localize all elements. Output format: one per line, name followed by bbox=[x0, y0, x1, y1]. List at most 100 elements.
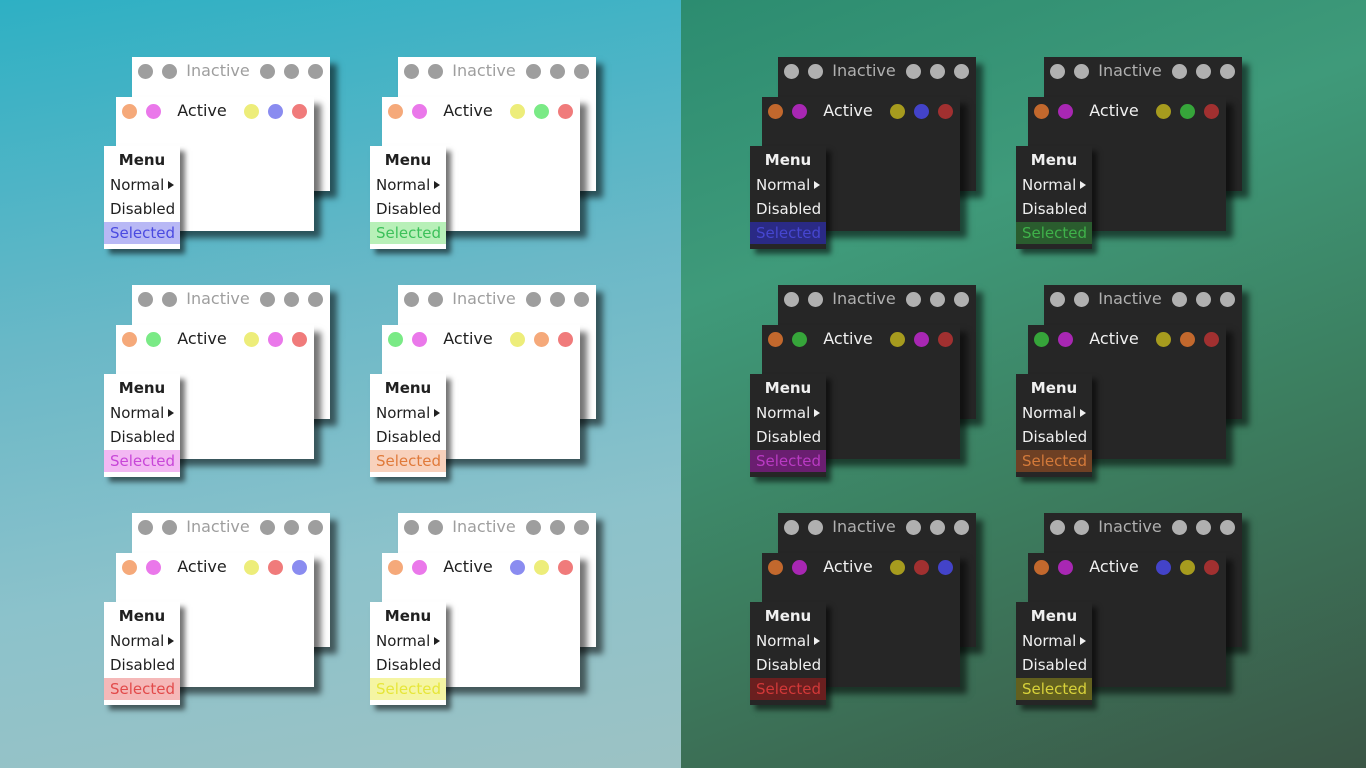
maximize-button-icon[interactable] bbox=[534, 104, 549, 119]
pin-button-icon[interactable] bbox=[146, 104, 161, 119]
window-button-icon[interactable] bbox=[906, 292, 921, 307]
window-button-icon[interactable] bbox=[1172, 292, 1187, 307]
window-button-icon[interactable] bbox=[260, 64, 275, 79]
minimize-button-icon[interactable] bbox=[890, 332, 905, 347]
window-button-icon[interactable] bbox=[574, 520, 589, 535]
menu-button-icon[interactable] bbox=[388, 332, 403, 347]
window-button-icon[interactable] bbox=[138, 520, 153, 535]
close-button-icon[interactable] bbox=[938, 104, 953, 119]
window-button-icon[interactable] bbox=[1172, 64, 1187, 79]
close-button-icon[interactable] bbox=[1204, 104, 1219, 119]
menu-item-selected[interactable]: Selected bbox=[104, 450, 180, 472]
minimize-button-icon[interactable] bbox=[890, 560, 905, 575]
window-button-icon[interactable] bbox=[428, 292, 443, 307]
close-button-icon[interactable] bbox=[558, 560, 573, 575]
close-button-icon[interactable] bbox=[292, 104, 307, 119]
window-button-icon[interactable] bbox=[284, 64, 299, 79]
maximize-button-icon[interactable] bbox=[268, 104, 283, 119]
window-button-icon[interactable] bbox=[404, 64, 419, 79]
maximize-button-icon[interactable] bbox=[1180, 332, 1195, 347]
menu-item-normal[interactable]: Normal bbox=[104, 630, 180, 652]
menu-item-normal[interactable]: Normal bbox=[750, 402, 826, 424]
minimize-button-icon[interactable] bbox=[1156, 332, 1171, 347]
window-button-icon[interactable] bbox=[1074, 520, 1089, 535]
window-button-icon[interactable] bbox=[954, 64, 969, 79]
menu-item-normal[interactable]: Normal bbox=[370, 402, 446, 424]
window-button-icon[interactable] bbox=[308, 64, 323, 79]
minimize-button-icon[interactable] bbox=[1156, 560, 1171, 575]
pin-button-icon[interactable] bbox=[1058, 104, 1073, 119]
window-button-icon[interactable] bbox=[526, 292, 541, 307]
window-button-icon[interactable] bbox=[1050, 64, 1065, 79]
menu-item-normal[interactable]: Normal bbox=[104, 402, 180, 424]
window-button-icon[interactable] bbox=[162, 64, 177, 79]
close-button-icon[interactable] bbox=[292, 560, 307, 575]
menu-button-icon[interactable] bbox=[388, 104, 403, 119]
minimize-button-icon[interactable] bbox=[510, 104, 525, 119]
close-button-icon[interactable] bbox=[1204, 332, 1219, 347]
menu-item-selected[interactable]: Selected bbox=[104, 222, 180, 244]
pin-button-icon[interactable] bbox=[412, 332, 427, 347]
pin-button-icon[interactable] bbox=[792, 104, 807, 119]
menu-button-icon[interactable] bbox=[122, 560, 137, 575]
menu-item-normal[interactable]: Normal bbox=[370, 630, 446, 652]
window-button-icon[interactable] bbox=[1196, 292, 1211, 307]
window-button-icon[interactable] bbox=[308, 520, 323, 535]
window-button-icon[interactable] bbox=[808, 64, 823, 79]
window-button-icon[interactable] bbox=[954, 292, 969, 307]
window-button-icon[interactable] bbox=[284, 292, 299, 307]
window-button-icon[interactable] bbox=[284, 520, 299, 535]
menu-item-normal[interactable]: Normal bbox=[750, 630, 826, 652]
menu-item-selected[interactable]: Selected bbox=[750, 222, 826, 244]
menu-item-normal[interactable]: Normal bbox=[1016, 174, 1092, 196]
pin-button-icon[interactable] bbox=[146, 332, 161, 347]
window-button-icon[interactable] bbox=[428, 520, 443, 535]
window-button-icon[interactable] bbox=[162, 520, 177, 535]
menu-button-icon[interactable] bbox=[768, 104, 783, 119]
window-button-icon[interactable] bbox=[550, 292, 565, 307]
minimize-button-icon[interactable] bbox=[510, 332, 525, 347]
menu-item-selected[interactable]: Selected bbox=[370, 450, 446, 472]
window-button-icon[interactable] bbox=[930, 64, 945, 79]
window-button-icon[interactable] bbox=[138, 292, 153, 307]
window-button-icon[interactable] bbox=[784, 64, 799, 79]
window-button-icon[interactable] bbox=[260, 292, 275, 307]
menu-item-selected[interactable]: Selected bbox=[1016, 222, 1092, 244]
window-button-icon[interactable] bbox=[308, 292, 323, 307]
window-button-icon[interactable] bbox=[260, 520, 275, 535]
close-button-icon[interactable] bbox=[558, 104, 573, 119]
minimize-button-icon[interactable] bbox=[890, 104, 905, 119]
maximize-button-icon[interactable] bbox=[534, 332, 549, 347]
close-button-icon[interactable] bbox=[292, 332, 307, 347]
menu-item-selected[interactable]: Selected bbox=[750, 450, 826, 472]
window-button-icon[interactable] bbox=[526, 520, 541, 535]
menu-item-normal[interactable]: Normal bbox=[1016, 630, 1092, 652]
menu-item-selected[interactable]: Selected bbox=[370, 222, 446, 244]
window-button-icon[interactable] bbox=[1220, 64, 1235, 79]
window-button-icon[interactable] bbox=[954, 520, 969, 535]
window-button-icon[interactable] bbox=[1172, 520, 1187, 535]
maximize-button-icon[interactable] bbox=[268, 332, 283, 347]
window-button-icon[interactable] bbox=[930, 292, 945, 307]
menu-button-icon[interactable] bbox=[768, 560, 783, 575]
menu-button-icon[interactable] bbox=[1034, 332, 1049, 347]
window-button-icon[interactable] bbox=[1074, 64, 1089, 79]
close-button-icon[interactable] bbox=[558, 332, 573, 347]
minimize-button-icon[interactable] bbox=[244, 104, 259, 119]
maximize-button-icon[interactable] bbox=[534, 560, 549, 575]
window-button-icon[interactable] bbox=[906, 520, 921, 535]
menu-button-icon[interactable] bbox=[1034, 104, 1049, 119]
window-button-icon[interactable] bbox=[574, 64, 589, 79]
maximize-button-icon[interactable] bbox=[268, 560, 283, 575]
window-button-icon[interactable] bbox=[550, 520, 565, 535]
window-button-icon[interactable] bbox=[1196, 64, 1211, 79]
menu-item-selected[interactable]: Selected bbox=[750, 678, 826, 700]
menu-item-normal[interactable]: Normal bbox=[1016, 402, 1092, 424]
window-button-icon[interactable] bbox=[526, 64, 541, 79]
close-button-icon[interactable] bbox=[938, 332, 953, 347]
menu-item-normal[interactable]: Normal bbox=[370, 174, 446, 196]
pin-button-icon[interactable] bbox=[792, 560, 807, 575]
window-button-icon[interactable] bbox=[1050, 292, 1065, 307]
close-button-icon[interactable] bbox=[938, 560, 953, 575]
minimize-button-icon[interactable] bbox=[244, 560, 259, 575]
